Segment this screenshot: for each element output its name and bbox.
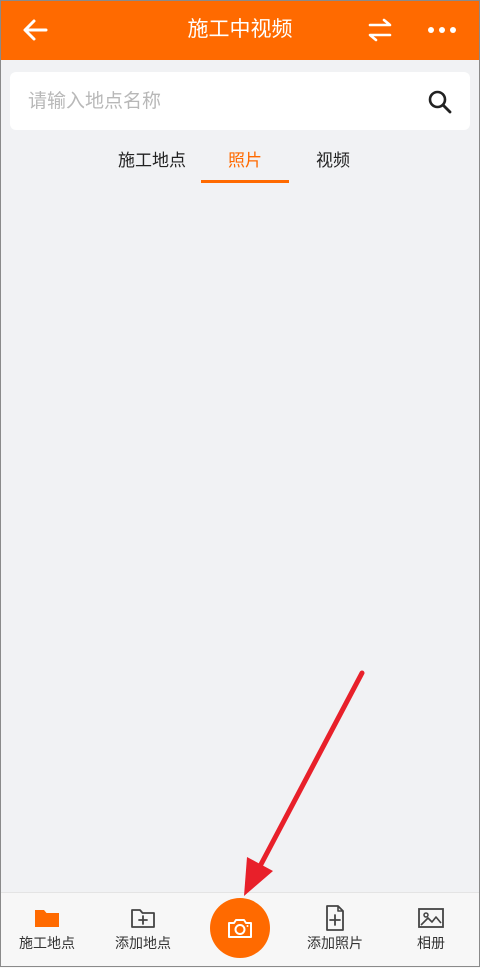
tab-videos[interactable]: 视频 — [300, 148, 366, 174]
page-title: 施工中视频 — [187, 17, 293, 41]
nav-label: 添加地点 — [115, 936, 171, 952]
nav-label: 添加照片 — [307, 936, 363, 952]
nav-add-site[interactable]: 添加地点 — [100, 893, 186, 968]
folder-icon — [35, 910, 59, 927]
more-dots-icon[interactable] — [422, 12, 462, 48]
nav-label: 相册 — [417, 936, 445, 952]
nav-sites[interactable]: 施工地点 — [4, 893, 90, 968]
search-box — [10, 72, 470, 130]
active-tab-indicator — [201, 180, 289, 183]
file-add-icon — [326, 905, 344, 931]
nav-add-photo[interactable]: 添加照片 — [292, 893, 378, 968]
camera-button[interactable] — [210, 898, 270, 958]
search-input[interactable] — [28, 84, 408, 118]
camera-icon — [228, 919, 252, 938]
tab-bar: 施工地点 照片 视频 — [0, 140, 480, 186]
folder-add-icon — [131, 909, 155, 928]
app-header: 施工中视频 — [0, 0, 480, 60]
nav-label: 施工地点 — [19, 936, 75, 952]
search-icon[interactable] — [426, 88, 454, 116]
tab-photos[interactable]: 照片 — [202, 148, 288, 174]
nav-album[interactable]: 相册 — [388, 893, 474, 968]
tab-sites[interactable]: 施工地点 — [112, 148, 192, 174]
image-icon — [418, 908, 444, 928]
swap-arrows-icon[interactable] — [362, 12, 398, 48]
